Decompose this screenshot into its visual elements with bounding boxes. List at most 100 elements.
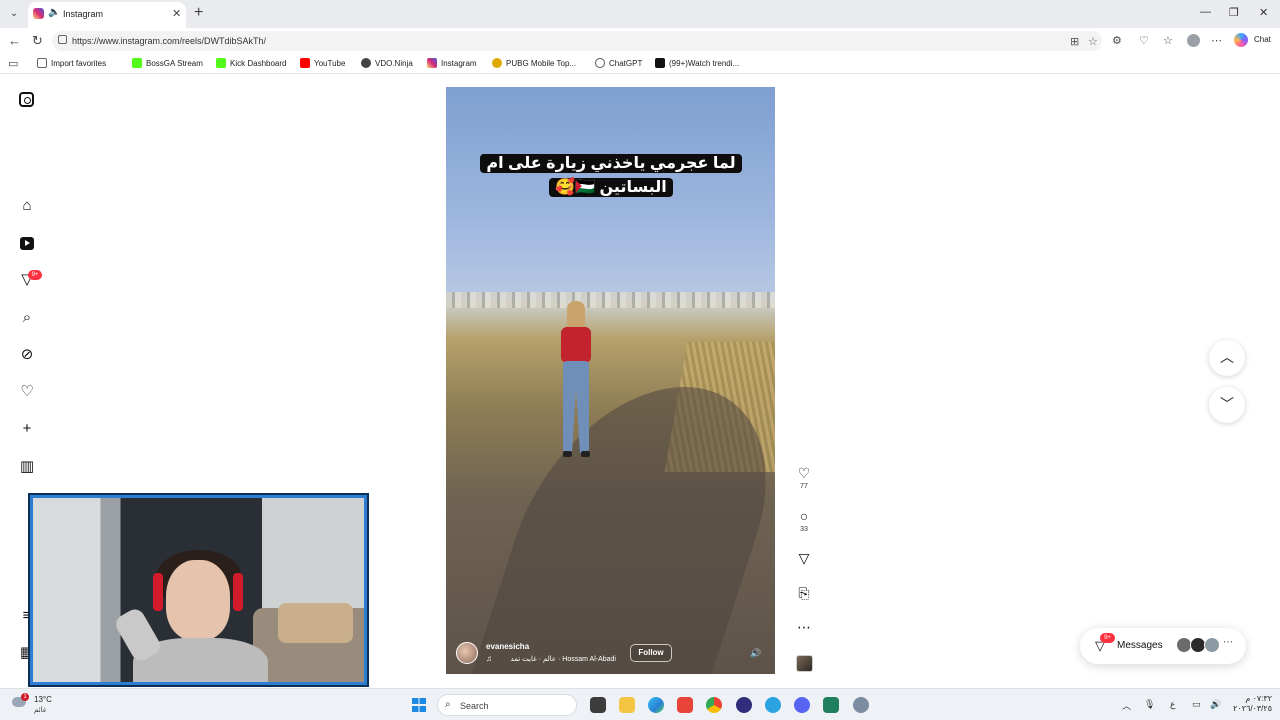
kick-icon [132, 58, 142, 68]
reel-audio-title[interactable]: Hossam Al-Abadi · عالم · غايت تمد [498, 655, 616, 663]
author-avatar[interactable] [456, 642, 478, 664]
instagram-icon [427, 58, 437, 68]
settings-gear-icon[interactable] [853, 697, 869, 713]
network-icon[interactable]: ▭ [1192, 699, 1201, 710]
weather-temperature[interactable]: 13°C [34, 695, 52, 704]
next-reel-button[interactable]: ﹀ [1209, 387, 1245, 423]
back-button[interactable]: ← [8, 33, 21, 48]
taskbar-clock[interactable]: ٠٧:٣٢ م ٢٠٢٦/٠٣/٢٥ [1232, 694, 1272, 714]
copilot-icon[interactable] [1234, 33, 1248, 47]
bookmark-chatgpt[interactable]: ChatGPT [595, 58, 642, 68]
discord-icon[interactable] [794, 697, 810, 713]
chrome-icon[interactable] [706, 697, 722, 713]
instagram-logo-icon[interactable] [19, 92, 34, 107]
previous-reel-button[interactable]: ︿ [1209, 340, 1245, 376]
profile-avatar[interactable] [1187, 34, 1200, 47]
app-red-icon[interactable] [677, 697, 693, 713]
taskbar: 1 13°C غائم ⌕ Search ︿ 🎙 ع ▭ 🔊 ٠٧:٣٢ م ٢… [0, 688, 1280, 720]
clock-time: ٠٧:٣٢ م [1245, 694, 1272, 703]
close-window-button[interactable]: ✕ [1259, 6, 1268, 19]
webcam-face [166, 560, 230, 640]
lock-icon [58, 35, 67, 44]
original-audio-thumbnail[interactable] [796, 655, 813, 672]
webcam-headphone-right [233, 573, 243, 611]
reel-video[interactable]: لما عجرمي ياخذني زيارة على ام البساتين 🇵… [446, 87, 775, 674]
like-action[interactable]: ♡ 77 [795, 465, 813, 490]
dashboard-icon[interactable]: ▥ [18, 458, 36, 476]
comment-count[interactable]: 33 [795, 526, 813, 533]
comment-action[interactable]: ○ 33 [795, 508, 813, 533]
address-bar[interactable]: https://www.instagram.com/reels/DWTdibSA… [52, 31, 1102, 51]
volume-icon[interactable]: 🔊 [1210, 699, 1221, 710]
tab-close-icon[interactable]: ✕ [172, 7, 181, 20]
windows-start-icon[interactable] [412, 698, 426, 712]
url-text[interactable]: https://www.instagram.com/reels/DWTdibSA… [72, 36, 266, 46]
browser-tab-instagram[interactable]: 🔈 Instagram ✕ [28, 2, 186, 28]
comment-bubble-icon[interactable]: ○ [795, 508, 813, 524]
youtube-icon [300, 58, 310, 68]
browser-essentials-icon[interactable]: ♡ [1139, 34, 1149, 47]
bookmark-pubg-mobile[interactable]: PUBG Mobile Top... [492, 58, 576, 68]
folder-icon [37, 58, 47, 68]
weather-alert-badge: 1 [21, 693, 29, 701]
follow-button[interactable]: Follow [630, 644, 672, 662]
favorite-star-icon[interactable]: ☆ [1088, 35, 1098, 48]
telegram-icon[interactable] [765, 697, 781, 713]
weather-condition[interactable]: غائم [34, 706, 46, 714]
favorites-icon[interactable]: ☆ [1163, 34, 1173, 47]
like-heart-icon[interactable]: ♡ [795, 465, 813, 481]
task-view-icon[interactable] [590, 697, 606, 713]
show-hidden-icons-chevron-icon[interactable]: ︿ [1122, 699, 1131, 712]
address-bar-row: ← ↻ https://www.instagram.com/reels/DWTd… [0, 28, 1280, 54]
bookmark-vdo-ninja[interactable]: VDO.Ninja [361, 58, 413, 68]
bookmark-youtube[interactable]: YouTube [300, 58, 345, 68]
app-green-icon[interactable] [823, 697, 839, 713]
chat-button-label[interactable]: Chat [1254, 35, 1271, 44]
more-options-icon[interactable]: ⋯ [795, 619, 813, 635]
tab-audio-icon[interactable]: 🔈 [48, 7, 60, 18]
microphone-icon[interactable]: 🎙 [1144, 699, 1155, 710]
ninja-icon [361, 58, 371, 68]
input-language-indicator[interactable]: ع [1170, 699, 1175, 710]
author-username[interactable]: evanesicha [486, 642, 529, 651]
app-available-icon[interactable]: ⊞ [1070, 35, 1079, 48]
tab-actions-menu-icon[interactable]: ⌄ [6, 6, 22, 22]
share-action[interactable]: ▽ [795, 550, 813, 566]
taskbar-search[interactable]: ⌕ Search [437, 694, 577, 716]
bookmark-bossga-stream[interactable]: BossGA Stream [132, 58, 203, 68]
explore-compass-icon[interactable]: ⊘ [18, 346, 36, 364]
reels-icon[interactable] [20, 237, 34, 250]
webcam-overlay [30, 495, 367, 685]
extensions-icon[interactable]: ⚙ [1112, 34, 1122, 47]
search-icon[interactable]: ⌕ [18, 309, 36, 327]
messages-pill[interactable]: ▽ 9+ Messages ⋯ [1080, 628, 1246, 664]
new-tab-button[interactable]: + [194, 4, 203, 22]
webcam-pillow [278, 603, 353, 643]
more-options-action[interactable]: ⋯ [795, 619, 813, 635]
messages-label: Messages [1117, 640, 1163, 651]
create-plus-icon[interactable]: + [18, 420, 36, 438]
like-count[interactable]: 77 [795, 483, 813, 490]
notifications-heart-icon[interactable]: ♡ [18, 383, 36, 401]
settings-more-icon[interactable]: ⋯ [1211, 34, 1222, 47]
bookmark-tiktok[interactable]: (99+)Watch trendi... [655, 58, 739, 68]
bookmark-import-favorites[interactable]: Import favorites [37, 58, 106, 68]
volume-icon[interactable]: 🔊 [750, 648, 761, 659]
sidebar-toggle-icon[interactable]: ▭ [8, 57, 18, 70]
reel-walking-person [545, 299, 605, 469]
share-paper-plane-icon[interactable]: ▽ [795, 550, 813, 566]
obs-icon[interactable] [736, 697, 752, 713]
reload-button[interactable]: ↻ [32, 33, 43, 49]
bookmark-instagram[interactable]: Instagram [427, 58, 477, 68]
chevron-down-icon: ﹀ [1220, 396, 1234, 412]
save-action[interactable]: ⎘ [795, 585, 813, 601]
person-jeans [563, 361, 589, 453]
restore-button[interactable]: ❐ [1229, 6, 1239, 19]
bookmark-icon[interactable]: ⎘ [795, 585, 813, 601]
bookmark-kick-dashboard[interactable]: Kick Dashboard [216, 58, 286, 68]
minimize-button[interactable]: — [1200, 6, 1211, 18]
bookmarks-bar: ▭ Import favorites BossGA Stream Kick Da… [0, 54, 1280, 74]
file-explorer-icon[interactable] [619, 697, 635, 713]
edge-icon[interactable] [648, 697, 664, 713]
home-icon[interactable]: ⌂ [18, 197, 36, 215]
